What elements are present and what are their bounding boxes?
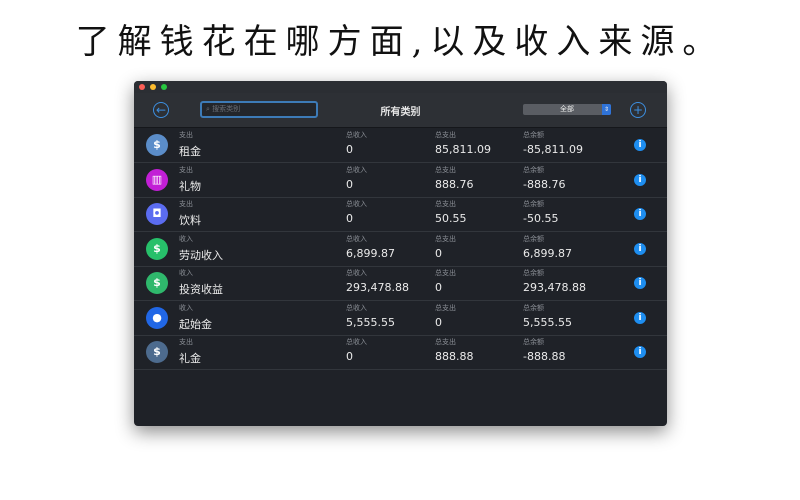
category-row[interactable]: ▥ 支出 礼物 总收入 0 总支出 888.76 总余额 -888.76 i: [134, 163, 667, 198]
balance-label: 总余额: [523, 269, 544, 277]
expense-value: 888.88: [435, 350, 474, 363]
expense-value: 0: [435, 315, 442, 329]
category-name: 饮料: [179, 214, 201, 227]
expense-value: 0: [435, 246, 442, 260]
balance-value: -888.88: [523, 350, 566, 363]
category-type: 收入: [179, 269, 193, 277]
house-dollar-icon: $: [146, 134, 168, 156]
balance-label: 总余额: [523, 338, 544, 346]
info-icon: i: [638, 312, 642, 323]
info-button[interactable]: i: [634, 173, 646, 186]
income-label: 总收入: [346, 131, 367, 139]
info-button[interactable]: i: [634, 242, 646, 255]
expense-label: 总支出: [435, 131, 456, 139]
balance-label: 总余额: [523, 131, 544, 139]
income-value: 0: [346, 177, 353, 191]
category-row[interactable]: $ 支出 租金 总收入 0 总支出 85,811.09 总余额 -85,811.…: [134, 128, 667, 163]
category-name: 礼物: [179, 179, 201, 193]
expense-label: 总支出: [435, 234, 456, 243]
expense-label: 总支出: [435, 200, 456, 208]
income-value: 6,899.87: [346, 246, 395, 260]
filter-select[interactable]: 全部 ⇕: [523, 104, 611, 115]
info-icon: i: [638, 278, 642, 288]
balance-label: 总余额: [523, 165, 544, 174]
expense-label: 总支出: [435, 165, 456, 174]
info-button[interactable]: i: [634, 139, 646, 151]
balance-value: -888.76: [523, 177, 566, 191]
expense-label: 总支出: [435, 338, 456, 346]
zoom-button[interactable]: [161, 84, 167, 90]
balance-value: -85,811.09: [523, 143, 583, 156]
info-icon: i: [638, 347, 642, 357]
expense-label: 总支出: [435, 269, 456, 277]
gift-icon: ▥: [146, 168, 168, 191]
category-name: 礼金: [179, 352, 201, 365]
cup-icon: ◘: [146, 203, 168, 225]
close-button[interactable]: [139, 84, 145, 90]
balance-value: 5,555.55: [523, 315, 572, 329]
coins-icon: $: [146, 237, 168, 260]
info-button[interactable]: i: [634, 208, 646, 220]
info-button[interactable]: i: [634, 277, 646, 289]
expense-value: 888.76: [435, 177, 474, 191]
income-value: 0: [346, 350, 353, 363]
category-type: 支出: [179, 131, 193, 139]
balance-value: -50.55: [523, 212, 559, 225]
income-label: 总收入: [346, 269, 367, 277]
plus-icon: +: [632, 103, 644, 117]
category-name: 投资收益: [179, 283, 223, 296]
balance-value: 293,478.88: [523, 281, 586, 294]
category-row[interactable]: ● 收入 起始金 总收入 5,555.55 总支出 0 总余额 5,555.55…: [134, 301, 667, 336]
category-row[interactable]: $ 收入 劳动收入 总收入 6,899.87 总支出 0 总余额 6,899.8…: [134, 232, 667, 267]
income-label: 总收入: [346, 200, 367, 208]
expense-label: 总支出: [435, 303, 456, 312]
info-button[interactable]: i: [634, 346, 646, 358]
category-type: 支出: [179, 165, 193, 174]
balance-label: 总余额: [523, 303, 544, 312]
info-icon: i: [638, 209, 642, 219]
income-value: 293,478.88: [346, 281, 409, 294]
piggy-bank-icon: ●: [146, 306, 168, 329]
category-type: 支出: [179, 338, 193, 346]
balance-value: 6,899.87: [523, 246, 572, 260]
income-label: 总收入: [346, 234, 367, 243]
category-row[interactable]: $ 支出 礼金 总收入 0 总支出 888.88 总余额 -888.88 i: [134, 335, 667, 370]
income-label: 总收入: [346, 165, 367, 174]
expense-value: 85,811.09: [435, 143, 491, 156]
headline: 了解钱花在哪方面,以及收入来源。: [75, 22, 725, 62]
category-name: 租金: [179, 145, 201, 158]
category-type: 收入: [179, 234, 193, 243]
balance-label: 总余额: [523, 234, 544, 243]
chevron-updown-icon: ⇕: [602, 104, 611, 115]
expense-value: 50.55: [435, 212, 467, 225]
income-value: 0: [346, 212, 353, 225]
money-bag-icon: $: [146, 341, 168, 363]
category-row[interactable]: $ 收入 投资收益 总收入 293,478.88 总支出 0 总余额 293,4…: [134, 266, 667, 301]
income-value: 0: [346, 143, 353, 156]
add-category-button[interactable]: +: [630, 102, 646, 118]
minimize-button[interactable]: [150, 84, 156, 90]
category-type: 支出: [179, 200, 193, 208]
category-row[interactable]: ◘ 支出 饮料 总收入 0 总支出 50.55 总余额 -50.55 i: [134, 197, 667, 232]
income-label: 总收入: [346, 303, 367, 312]
info-icon: i: [638, 140, 642, 150]
info-button[interactable]: i: [634, 311, 646, 324]
expense-value: 0: [435, 281, 442, 294]
title-bar: [134, 81, 667, 93]
income-value: 5,555.55: [346, 315, 395, 329]
category-name: 起始金: [179, 317, 212, 331]
balance-label: 总余额: [523, 200, 544, 208]
app-window: ← ⌕ 搜索类别 所有类别 全部 ⇕ + $ 支出 租金 总收入 0 总支出 85…: [134, 81, 667, 426]
coins-icon: $: [146, 272, 168, 294]
filter-value: 全部: [560, 105, 574, 113]
info-icon: i: [638, 174, 642, 185]
toolbar: ← ⌕ 搜索类别 所有类别 全部 ⇕ +: [134, 93, 667, 128]
info-icon: i: [638, 243, 642, 254]
category-name: 劳动收入: [179, 248, 223, 262]
income-label: 总收入: [346, 338, 367, 346]
category-type: 收入: [179, 303, 193, 312]
